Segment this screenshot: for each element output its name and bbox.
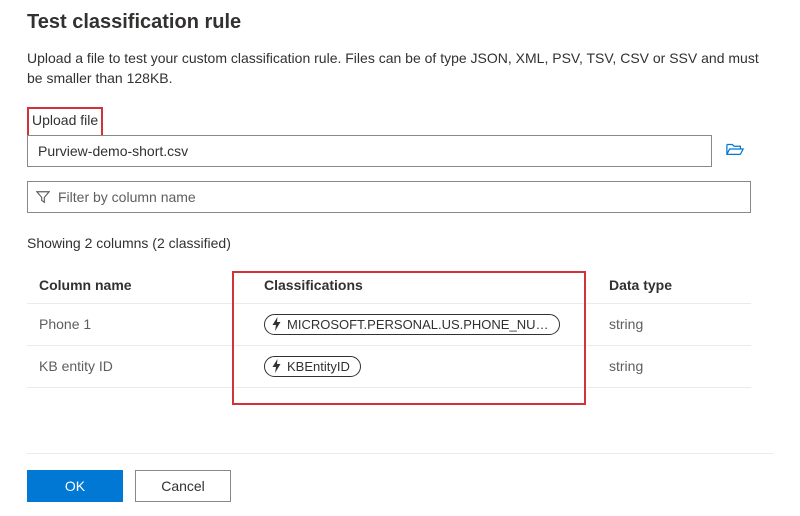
cell-column-name: Phone 1	[27, 303, 252, 345]
cell-datatype: string	[597, 303, 751, 345]
upload-row	[27, 135, 773, 167]
classification-pill[interactable]: MICROSOFT.PERSONAL.US.PHONE_NU…	[264, 314, 560, 335]
filter-icon	[36, 190, 50, 204]
cell-classification: MICROSOFT.PERSONAL.US.PHONE_NU…	[252, 303, 597, 345]
folder-open-icon	[726, 141, 744, 160]
classification-pill[interactable]: KBEntityID	[264, 356, 361, 377]
cell-column-name: KB entity ID	[27, 345, 252, 387]
results-summary: Showing 2 columns (2 classified)	[27, 235, 773, 251]
table-row: Phone 1 MICROSOFT.PERSONAL.US.PHONE_NU… …	[27, 303, 751, 345]
filter-box[interactable]	[27, 181, 751, 213]
upload-label: Upload file	[32, 112, 98, 128]
cell-datatype: string	[597, 345, 751, 387]
filter-input[interactable]	[58, 189, 742, 205]
classification-pill-label: MICROSOFT.PERSONAL.US.PHONE_NU…	[287, 317, 549, 332]
column-header-classifications[interactable]: Classifications	[252, 267, 597, 304]
column-header-datatype[interactable]: Data type	[597, 267, 751, 304]
cell-classification: KBEntityID	[252, 345, 597, 387]
lightning-icon	[271, 317, 282, 331]
footer: OK Cancel	[27, 453, 773, 502]
column-header-name[interactable]: Column name	[27, 267, 252, 304]
cancel-button[interactable]: Cancel	[135, 470, 231, 502]
results-table: Column name Classifications Data type Ph…	[27, 267, 751, 388]
upload-file-input[interactable]	[27, 135, 712, 167]
classification-pill-label: KBEntityID	[287, 359, 350, 374]
page-title: Test classification rule	[27, 11, 773, 34]
table-row: KB entity ID KBEntityID string	[27, 345, 751, 387]
lightning-icon	[271, 359, 282, 373]
browse-button[interactable]	[726, 141, 744, 160]
ok-button[interactable]: OK	[27, 470, 123, 502]
page-description: Upload a file to test your custom classi…	[27, 48, 773, 89]
upload-highlight-box: Upload file	[27, 107, 103, 137]
